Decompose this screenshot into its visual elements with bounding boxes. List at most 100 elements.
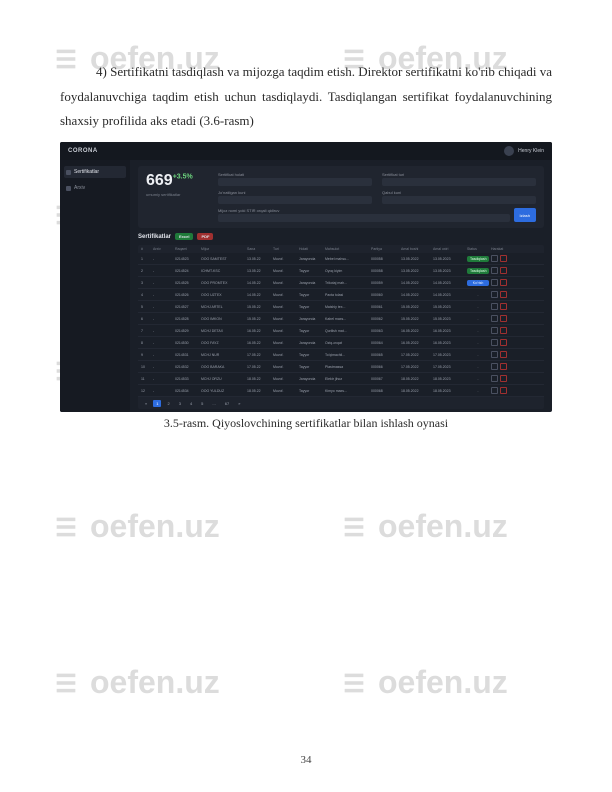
status-badge: -: [467, 292, 489, 298]
table-cell: Muvof.: [273, 281, 297, 285]
table-cell: 16.05.22: [247, 329, 271, 333]
table-cell: Muvof.: [273, 377, 297, 381]
delete-icon[interactable]: [500, 315, 507, 322]
table-cell: 0214531: [175, 353, 199, 357]
table-cell: 13.05.2023: [433, 257, 465, 261]
table-row[interactable]: 1-0214523OOO SAMTEST13.05.22Muvof.Jarayo…: [138, 253, 544, 265]
document-icon: [66, 170, 71, 175]
table-cell: 000058: [371, 257, 399, 261]
delete-icon[interactable]: [500, 303, 507, 310]
edit-icon[interactable]: [491, 387, 498, 394]
table-row[interactable]: 6-0214528OOO IMKON15.05.22Muvof.Jarayond…: [138, 313, 544, 325]
edit-icon[interactable]: [491, 363, 498, 370]
table-cell: Muvof.: [273, 269, 297, 273]
table-cell: 13.05.2022: [401, 257, 431, 261]
pager-page[interactable]: 3: [176, 400, 184, 407]
status-badge[interactable]: Ko'rish: [467, 280, 489, 286]
table-row[interactable]: 2-0214524ICHMT-KSC13.05.22Muvof.TayyorOy…: [138, 265, 544, 277]
table-row[interactable]: 8-0214530OOO FAYZ16.05.22Muvof.Jarayonda…: [138, 337, 544, 349]
table-cell: OOO YULDUZ: [201, 389, 245, 393]
delete-icon[interactable]: [500, 267, 507, 274]
table-row[interactable]: 3-0214525OOO PROMTEX14.05.22Muvof.Jarayo…: [138, 277, 544, 289]
table-row[interactable]: 11-0214533MCHJ ORZU18.05.22Muvof.Jarayon…: [138, 373, 544, 385]
pager-prev[interactable]: «: [142, 400, 150, 407]
table-cell: -: [153, 317, 173, 321]
delete-icon[interactable]: [500, 351, 507, 358]
field-label: Qabul kuni: [382, 190, 536, 195]
edit-icon[interactable]: [491, 351, 498, 358]
table-row[interactable]: 10-0214532OOO BARAKA17.05.22Muvof.Tayyor…: [138, 361, 544, 373]
sent-date-input[interactable]: [218, 196, 372, 204]
table-cell: 000060: [371, 293, 399, 297]
status-select[interactable]: [218, 178, 372, 186]
table-cell: 17.05.22: [247, 365, 271, 369]
edit-icon[interactable]: [491, 291, 498, 298]
delete-icon[interactable]: [500, 255, 507, 262]
edit-icon[interactable]: [491, 339, 498, 346]
delete-icon[interactable]: [500, 279, 507, 286]
table-cell: 15.05.2022: [401, 305, 431, 309]
edit-icon[interactable]: [491, 267, 498, 274]
table-cell: Tayyor: [299, 389, 323, 393]
table-cell: Muvof.: [273, 305, 297, 309]
table-title: Sertifikatlar: [138, 234, 171, 240]
table-cell: 16.05.2023: [433, 341, 465, 345]
table-cell: MCHJ ARTEL: [201, 305, 245, 309]
search-input[interactable]: [218, 214, 510, 222]
table-cell: 17.05.22: [247, 353, 271, 357]
table-row[interactable]: 12-0214534OOO YULDUZ18.05.22Muvof.Tayyor…: [138, 385, 544, 397]
type-select[interactable]: [382, 178, 536, 186]
received-date-input[interactable]: [382, 196, 536, 204]
pager-next[interactable]: »: [235, 400, 243, 407]
table-row[interactable]: 9-0214531MCHJ NUR17.05.22Muvof.TayyorTo'…: [138, 349, 544, 361]
delete-icon[interactable]: [500, 387, 507, 394]
table-cell: 5: [141, 305, 151, 309]
table-cell: -: [153, 293, 173, 297]
table-cell: 1: [141, 257, 151, 261]
table-cell: 000068: [371, 389, 399, 393]
sidebar-item-certificates[interactable]: Sertifikatlar: [64, 166, 126, 178]
watermark-text: oefen.uz: [90, 664, 220, 701]
export-excel-button[interactable]: Excel: [175, 233, 193, 240]
table-cell: 14.05.22: [247, 293, 271, 297]
table-cell: Jarayonda: [299, 317, 323, 321]
edit-icon[interactable]: [491, 279, 498, 286]
table-cell: Jarayonda: [299, 281, 323, 285]
edit-icon[interactable]: [491, 315, 498, 322]
delete-icon[interactable]: [500, 339, 507, 346]
table-cell: Plastmassa: [325, 365, 369, 369]
pager-page[interactable]: 5: [198, 400, 206, 407]
delete-icon[interactable]: [500, 375, 507, 382]
sidebar: Sertifikatlar Arxiv: [60, 160, 130, 412]
table-cell: -: [153, 365, 173, 369]
edit-icon[interactable]: [491, 327, 498, 334]
table-cell: 13.05.22: [247, 269, 271, 273]
table-row[interactable]: 4-0214526OOO UZTEX14.05.22Muvof.TayyorPa…: [138, 289, 544, 301]
status-badge[interactable]: Tasdiqlash: [467, 268, 489, 274]
table-cell: Muvof.: [273, 341, 297, 345]
pager-page[interactable]: 1: [153, 400, 161, 407]
edit-icon[interactable]: [491, 303, 498, 310]
export-pdf-button[interactable]: PDF: [197, 233, 213, 240]
edit-icon[interactable]: [491, 375, 498, 382]
status-badge[interactable]: Tasdiqlash: [467, 256, 489, 262]
search-button[interactable]: Izlash: [514, 208, 536, 222]
pager-page[interactable]: 2: [164, 400, 172, 407]
row-actions: [491, 387, 515, 394]
user-menu[interactable]: Henry Klein: [504, 146, 544, 156]
table-header: # Arxiv Raqami Mijoz Sana Turi Holati Ma…: [138, 245, 544, 253]
delete-icon[interactable]: [500, 327, 507, 334]
table-row[interactable]: 5-0214527MCHJ ARTEL15.05.22Muvof.TayyorM…: [138, 301, 544, 313]
table-cell: -: [153, 389, 173, 393]
pager-page[interactable]: 67: [222, 400, 232, 407]
sidebar-item-archive[interactable]: Arxiv: [64, 182, 126, 194]
edit-icon[interactable]: [491, 255, 498, 262]
table-cell: Muvof.: [273, 293, 297, 297]
table-cell: Qurilish mat...: [325, 329, 369, 333]
table-cell: Paxta tolasi: [325, 293, 369, 297]
table-row[interactable]: 7-0214529MCHJ DETAX16.05.22Muvof.TayyorQ…: [138, 325, 544, 337]
delete-icon[interactable]: [500, 291, 507, 298]
pager-page[interactable]: 4: [187, 400, 195, 407]
table-cell: 14.05.2022: [401, 293, 431, 297]
delete-icon[interactable]: [500, 363, 507, 370]
